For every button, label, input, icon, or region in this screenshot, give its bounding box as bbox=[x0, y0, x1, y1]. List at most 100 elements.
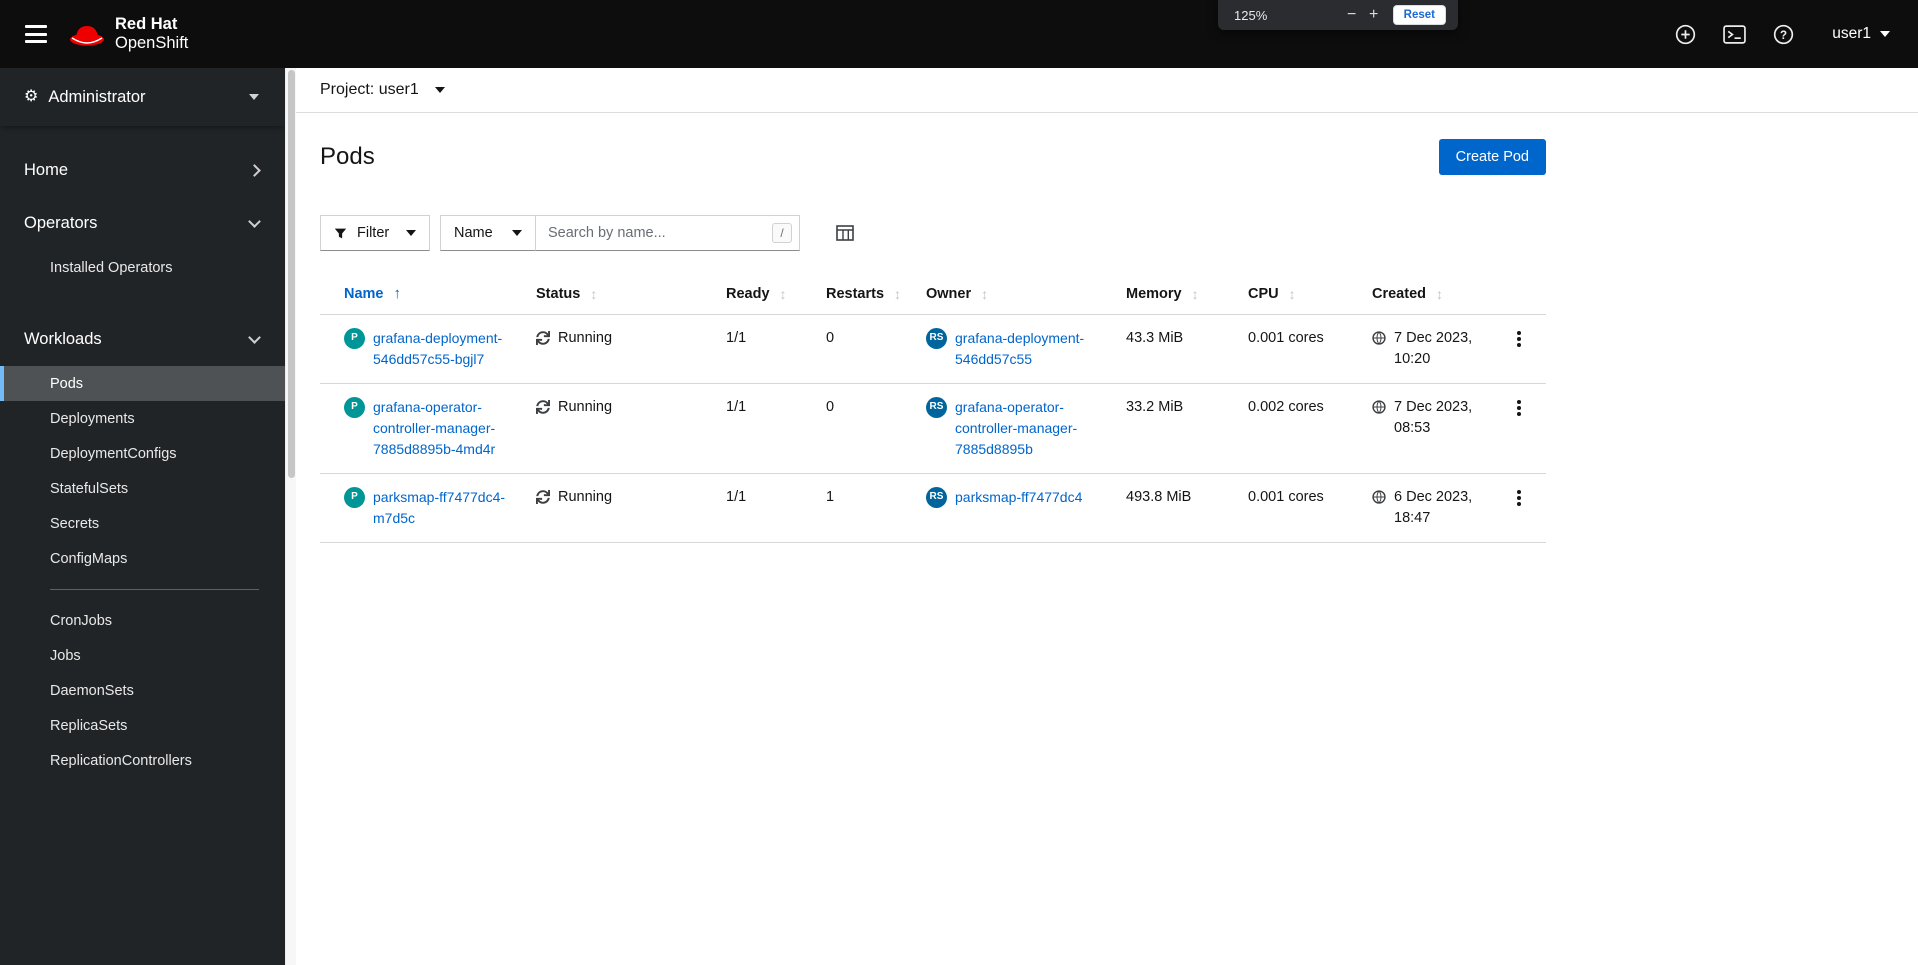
nav-divider bbox=[50, 589, 259, 590]
masthead: Red Hat OpenShift ? user1 bbox=[0, 0, 1918, 68]
sidebar-item-home[interactable]: Home bbox=[0, 144, 285, 197]
sort-asc-icon: ↑ bbox=[393, 285, 402, 302]
user-menu[interactable]: user1 bbox=[1832, 25, 1890, 43]
status-text: Running bbox=[558, 489, 613, 506]
sidebar-subitem-label: ConfigMaps bbox=[50, 550, 128, 567]
sidebar-subitem-label: DaemonSets bbox=[50, 682, 134, 699]
sidebar-subitem[interactable]: Secrets bbox=[0, 506, 285, 541]
owner-link[interactable]: grafana-operator-controller-manager-7885… bbox=[955, 397, 1102, 460]
sidebar-subitem[interactable]: ReplicationControllers bbox=[0, 743, 285, 778]
sidebar-subitem[interactable]: ConfigMaps bbox=[0, 541, 285, 576]
row-actions-kebab-button[interactable] bbox=[1506, 328, 1532, 354]
sidebar-nav: ⚙ Administrator Home Operators Installed… bbox=[0, 68, 285, 965]
timestamp-globe-icon bbox=[1372, 400, 1386, 414]
sidebar-subitem-label: Secrets bbox=[50, 515, 100, 532]
sort-icon: ↕ bbox=[590, 285, 598, 302]
pod-badge: P bbox=[344, 487, 365, 509]
perspective-label: Administrator bbox=[48, 87, 146, 106]
sidebar-subitem-label: Jobs bbox=[50, 647, 81, 664]
page-title: Pods bbox=[320, 143, 375, 170]
sidebar-subitem[interactable]: DaemonSets bbox=[0, 673, 285, 708]
nav-toggle-button[interactable] bbox=[24, 23, 50, 45]
pod-name-link[interactable]: parksmap-ff7477dc4-m7d5c bbox=[373, 487, 512, 529]
sidebar-subitem-label: DeploymentConfigs bbox=[50, 445, 177, 462]
sidebar-subitem[interactable]: CronJobs bbox=[0, 603, 285, 638]
created-cell: 6 Dec 2023, 18:47 bbox=[1356, 474, 1491, 542]
row-actions-kebab-button[interactable] bbox=[1506, 397, 1532, 423]
actions-cell bbox=[1491, 384, 1546, 473]
nav-section-label: Home bbox=[24, 161, 69, 179]
pod-name-link[interactable]: grafana-operator-controller-manager-7885… bbox=[373, 397, 512, 460]
table-row: P parksmap-ff7477dc4-m7d5c Running 1/1 1 bbox=[320, 474, 1546, 544]
sidebar-subitem[interactable]: DeploymentConfigs bbox=[0, 436, 285, 471]
sync-running-icon bbox=[536, 490, 550, 505]
column-header-owner[interactable]: Owner ↕ bbox=[910, 273, 1110, 314]
status-text: Running bbox=[558, 330, 613, 346]
owner-link[interactable]: parksmap-ff7477dc4 bbox=[955, 487, 1082, 508]
create-pod-button[interactable]: Create Pod bbox=[1438, 139, 1546, 175]
nav-list: Workloads bbox=[0, 313, 285, 366]
sync-running-icon bbox=[536, 400, 550, 415]
masthead-icons: ? bbox=[1675, 24, 1794, 45]
search-attribute-dropdown[interactable]: Name bbox=[440, 215, 536, 251]
manage-columns-button[interactable] bbox=[836, 225, 854, 241]
actions-cell bbox=[1491, 474, 1546, 542]
row-actions-kebab-button[interactable] bbox=[1506, 487, 1532, 513]
chevron-down-icon bbox=[249, 94, 259, 100]
hamburger-icon bbox=[25, 25, 47, 28]
zoom-in-button[interactable]: + bbox=[1363, 4, 1385, 26]
terminal-button[interactable] bbox=[1723, 24, 1747, 44]
scrollbar-thumb[interactable] bbox=[288, 70, 295, 478]
memory-cell: 43.3 MiB bbox=[1126, 330, 1184, 346]
column-header-memory[interactable]: Memory ↕ bbox=[1110, 273, 1232, 314]
sort-icon: ↕ bbox=[779, 285, 787, 302]
replicaset-badge: RS bbox=[926, 487, 947, 509]
sidebar-subitem[interactable]: StatefulSets bbox=[0, 471, 285, 506]
column-header-ready[interactable]: Ready ↕ bbox=[710, 273, 810, 314]
sidebar-subitem[interactable]: ReplicaSets bbox=[0, 708, 285, 743]
pod-badge: P bbox=[344, 328, 365, 349]
kebab-icon bbox=[1516, 496, 1521, 501]
terminal-icon bbox=[1723, 24, 1747, 44]
column-header-cpu[interactable]: CPU ↕ bbox=[1232, 273, 1356, 314]
project-selector[interactable]: Project: user1 bbox=[296, 68, 1918, 113]
table-body: P grafana-deployment-546dd57c55-bgjl7 Ru… bbox=[320, 315, 1546, 544]
search-input[interactable] bbox=[535, 215, 800, 251]
owner-cell: RS parksmap-ff7477dc4 bbox=[910, 474, 1110, 542]
status-cell: Running bbox=[520, 474, 710, 542]
created-cell: 7 Dec 2023, 10:20 bbox=[1356, 315, 1491, 383]
filter-icon bbox=[334, 228, 347, 238]
ready-cell: 1/1 bbox=[726, 399, 747, 416]
ready-cell: 1/1 bbox=[726, 330, 747, 346]
sidebar-item-operators[interactable]: Operators bbox=[0, 197, 285, 250]
browser-zoom-popup: 125% − + Reset bbox=[1218, 0, 1458, 30]
svg-text:?: ? bbox=[1780, 29, 1787, 41]
sidebar-item-workloads[interactable]: Workloads bbox=[0, 313, 285, 366]
filter-dropdown[interactable]: Filter bbox=[320, 215, 430, 251]
help-button[interactable]: ? bbox=[1773, 24, 1794, 45]
sort-icon: ↕ bbox=[1288, 285, 1296, 302]
sidebar-subitem[interactable]: Deployments bbox=[0, 401, 285, 436]
sidebar-subitem[interactable]: Pods bbox=[0, 366, 285, 401]
sidebar-scrollbar[interactable] bbox=[285, 68, 296, 965]
column-header-status[interactable]: Status ↕ bbox=[520, 273, 710, 314]
zoom-level: 125% bbox=[1234, 7, 1268, 23]
chevron-down-icon bbox=[1880, 31, 1890, 37]
perspective-switcher[interactable]: ⚙ Administrator bbox=[0, 68, 285, 126]
column-header-name[interactable]: Name ↑ bbox=[320, 273, 520, 314]
column-header-created[interactable]: Created ↕ bbox=[1356, 273, 1491, 314]
quick-create-button[interactable] bbox=[1675, 24, 1696, 45]
nav-list: Home Operators bbox=[0, 126, 285, 250]
sidebar-subitem-label: Pods bbox=[50, 375, 84, 392]
owner-link[interactable]: grafana-deployment-546dd57c55 bbox=[955, 328, 1102, 370]
sidebar-subitem[interactable]: Installed Operators bbox=[0, 250, 285, 285]
replicaset-badge: RS bbox=[926, 397, 947, 419]
pod-name-link[interactable]: grafana-deployment-546dd57c55-bgjl7 bbox=[373, 328, 512, 370]
column-header-restarts[interactable]: Restarts ↕ bbox=[810, 273, 910, 314]
zoom-out-button[interactable]: − bbox=[1341, 4, 1363, 26]
sidebar-subitem[interactable]: Jobs bbox=[0, 638, 285, 673]
nav-section-label: Workloads bbox=[24, 330, 102, 348]
zoom-reset-button[interactable]: Reset bbox=[1392, 5, 1446, 25]
operators-subnav: Installed Operators bbox=[0, 250, 285, 299]
created-cell: 7 Dec 2023, 08:53 bbox=[1356, 384, 1491, 473]
